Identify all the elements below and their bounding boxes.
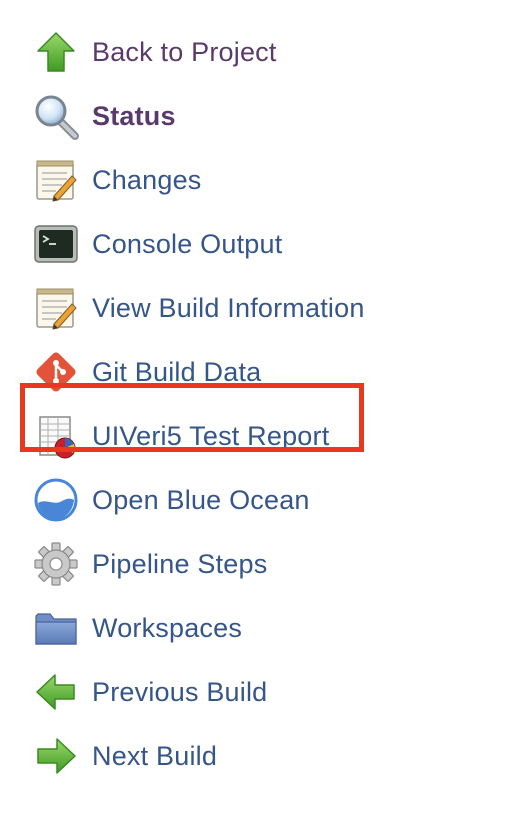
sidebar-item-open-blue-ocean[interactable]: Open Blue Ocean — [0, 468, 528, 532]
left-arrow-icon — [32, 668, 80, 716]
sidebar-item-label: Pipeline Steps — [92, 549, 268, 579]
folder-icon — [32, 604, 80, 652]
git-icon — [32, 348, 80, 396]
up-arrow-icon — [32, 28, 80, 76]
sidebar-item-status[interactable]: Status — [0, 84, 528, 148]
sidebar-task-list: Back to Project Status Changes Console O… — [0, 20, 528, 788]
sidebar-item-git-build-data[interactable]: Git Build Data — [0, 340, 528, 404]
sidebar-item-pipeline-steps[interactable]: Pipeline Steps — [0, 532, 528, 596]
sidebar-item-label: Back to Project — [92, 37, 277, 67]
sidebar-item-uiveri5-test-report[interactable]: UIVeri5 Test Report — [0, 404, 528, 468]
sidebar-item-previous-build[interactable]: Previous Build — [0, 660, 528, 724]
sidebar-item-back-to-project[interactable]: Back to Project — [0, 20, 528, 84]
sidebar-item-label: Console Output — [92, 229, 283, 259]
sidebar-item-next-build[interactable]: Next Build — [0, 724, 528, 788]
sidebar-item-label: Git Build Data — [92, 357, 262, 387]
sidebar-item-console-output[interactable]: Console Output — [0, 212, 528, 276]
sidebar-item-changes[interactable]: Changes — [0, 148, 528, 212]
report-icon — [32, 412, 80, 460]
blue-ocean-icon — [32, 476, 80, 524]
sidebar-item-label: Previous Build — [92, 677, 268, 707]
sidebar-item-label: UIVeri5 Test Report — [92, 421, 330, 451]
magnifier-icon — [32, 92, 80, 140]
sidebar-item-label: Changes — [92, 165, 202, 195]
sidebar-item-label: View Build Information — [92, 293, 365, 323]
gear-icon — [32, 540, 80, 588]
right-arrow-icon — [32, 732, 80, 780]
sidebar-item-label: Workspaces — [92, 613, 243, 643]
sidebar-item-label: Open Blue Ocean — [92, 485, 310, 515]
sidebar-item-view-build-information[interactable]: View Build Information — [0, 276, 528, 340]
sidebar-item-label: Status — [92, 101, 176, 131]
terminal-icon — [32, 220, 80, 268]
notepad-icon — [32, 156, 80, 204]
sidebar-item-label: Next Build — [92, 741, 218, 771]
sidebar-item-workspaces[interactable]: Workspaces — [0, 596, 528, 660]
notepad-icon — [32, 284, 80, 332]
